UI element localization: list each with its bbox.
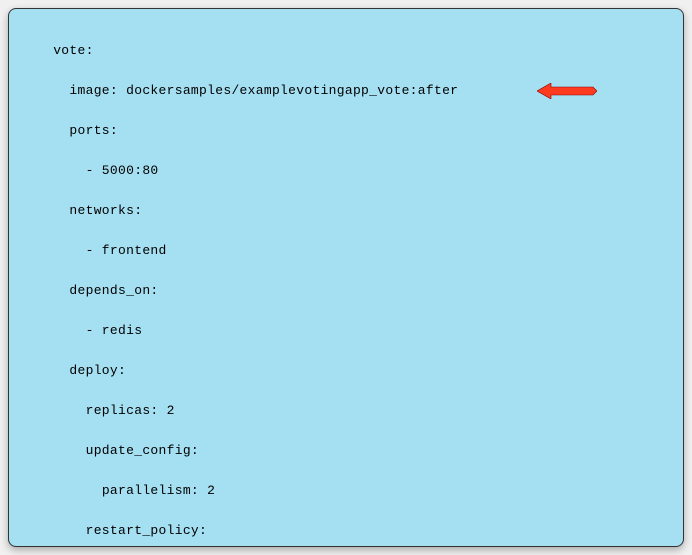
yaml-list-item: - redis [86, 323, 143, 338]
code-line: - 5000:80 [37, 161, 683, 181]
code-line: vote: [37, 41, 683, 61]
code-line: update_config: [37, 441, 683, 461]
code-line: networks: [37, 201, 683, 221]
yaml-key: depends_on: [69, 283, 158, 298]
yaml-key: deploy: [69, 363, 126, 378]
yaml-key: vote: [53, 43, 94, 58]
yaml-key: ports: [69, 123, 118, 138]
yaml-key: restart_policy: [86, 523, 208, 538]
yaml-pair: replicas: 2 [86, 403, 175, 418]
code-line: depends_on: [37, 281, 683, 301]
yaml-key: update_config: [86, 443, 199, 458]
yaml-pair: parallelism: 2 [102, 483, 215, 498]
yaml-code-block: vote: image: dockersamples/examplevoting… [9, 21, 683, 547]
code-window: vote: image: dockersamples/examplevoting… [8, 8, 684, 547]
yaml-value: dockersamples/examplevotingapp_vote:afte… [126, 83, 458, 98]
yaml-list-item: - 5000:80 [86, 163, 159, 178]
code-line: - redis [37, 321, 683, 341]
yaml-key: image: [69, 83, 118, 98]
code-line: image: dockersamples/examplevotingapp_vo… [37, 81, 683, 101]
yaml-key: networks: [69, 203, 142, 218]
code-line: parallelism: 2 [37, 481, 683, 501]
code-line: replicas: 2 [37, 401, 683, 421]
code-line: ports: [37, 121, 683, 141]
yaml-list-item: - frontend [86, 243, 167, 258]
code-line: - frontend [37, 241, 683, 261]
highlight-arrow-icon [537, 83, 597, 99]
code-line: restart_policy: [37, 521, 683, 541]
code-line: deploy: [37, 361, 683, 381]
